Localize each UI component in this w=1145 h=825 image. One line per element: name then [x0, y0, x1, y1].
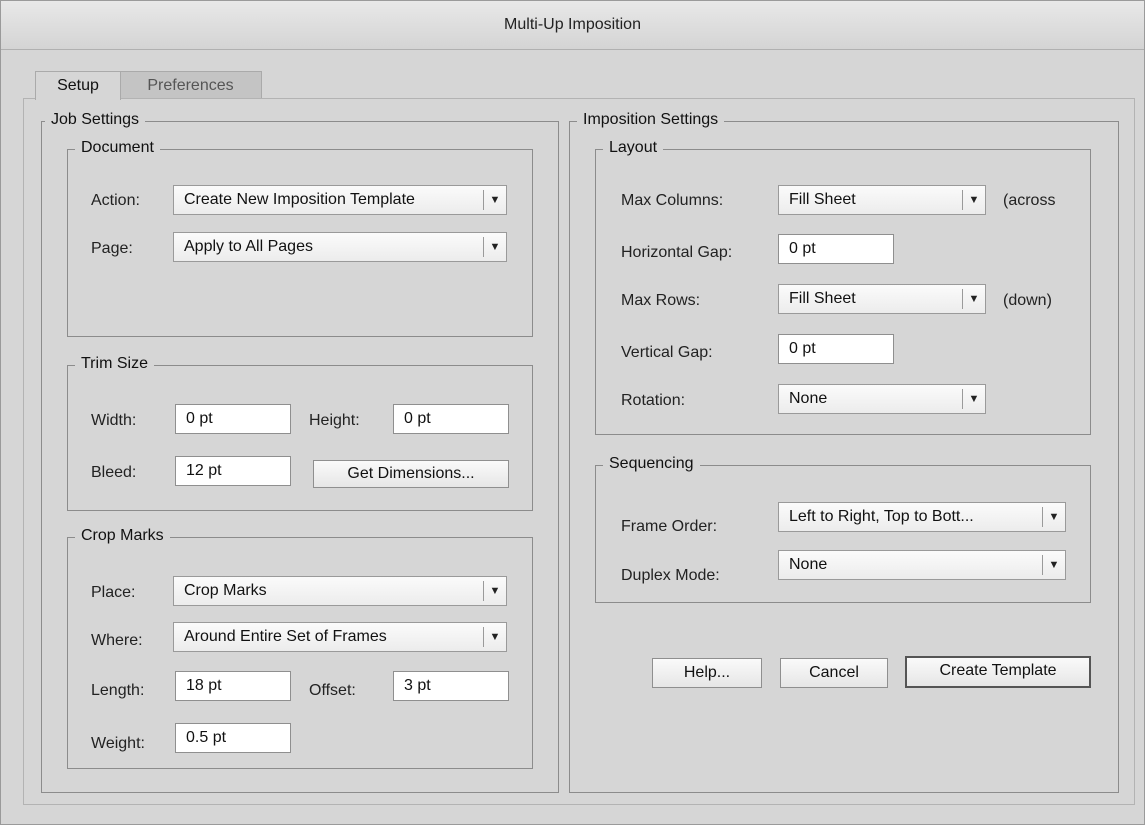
chevron-down-icon: ▼ [1042, 555, 1065, 575]
where-dropdown[interactable]: Around Entire Set of Frames ▼ [173, 622, 507, 652]
duplex-mode-label: Duplex Mode: [621, 567, 720, 584]
window-title: Multi-Up Imposition [1, 1, 1144, 50]
max-rows-label: Max Rows: [621, 292, 701, 309]
bleed-field[interactable]: 12 pt [175, 456, 291, 486]
horizontal-gap-label: Horizontal Gap: [621, 244, 733, 261]
sequencing-title: Sequencing [603, 455, 700, 473]
tab-preferences[interactable]: Preferences [119, 71, 262, 100]
place-label: Place: [91, 584, 136, 601]
chevron-down-icon: ▼ [962, 389, 985, 409]
chevron-down-icon: ▼ [962, 190, 985, 210]
horizontal-gap-field[interactable]: 0 pt [778, 234, 894, 264]
vertical-gap-field[interactable]: 0 pt [778, 334, 894, 364]
page-label: Page: [91, 240, 133, 257]
create-template-button[interactable]: Create Template [905, 656, 1091, 688]
place-value: Crop Marks [184, 582, 267, 599]
trim-size-group [67, 365, 533, 511]
max-columns-hint: (across [1003, 192, 1056, 209]
rotation-label: Rotation: [621, 392, 686, 409]
page-value: Apply to All Pages [184, 238, 313, 255]
chevron-down-icon: ▼ [483, 190, 506, 210]
max-rows-hint: (down) [1003, 292, 1052, 309]
offset-label: Offset: [309, 682, 356, 699]
layout-title: Layout [603, 139, 664, 157]
max-columns-dropdown[interactable]: Fill Sheet ▼ [778, 185, 986, 215]
trim-size-title: Trim Size [75, 355, 154, 373]
frame-order-value: Left to Right, Top to Bott... [789, 508, 974, 525]
rotation-value: None [789, 390, 828, 407]
width-field[interactable]: 0 pt [175, 404, 291, 434]
length-field[interactable]: 18 pt [175, 671, 291, 701]
max-columns-value: Fill Sheet [789, 191, 856, 208]
chevron-down-icon: ▼ [1042, 507, 1065, 527]
duplex-mode-dropdown[interactable]: None ▼ [778, 550, 1066, 580]
frame-order-label: Frame Order: [621, 518, 718, 535]
action-dropdown[interactable]: Create New Imposition Template ▼ [173, 185, 507, 215]
action-label: Action: [91, 192, 140, 209]
action-value: Create New Imposition Template [184, 191, 415, 208]
chevron-down-icon: ▼ [962, 289, 985, 309]
cancel-button[interactable]: Cancel [780, 658, 888, 688]
page-dropdown[interactable]: Apply to All Pages ▼ [173, 232, 507, 262]
job-settings-title: Job Settings [45, 111, 146, 129]
offset-field[interactable]: 3 pt [393, 671, 509, 701]
where-label: Where: [91, 632, 143, 649]
height-field[interactable]: 0 pt [393, 404, 509, 434]
tab-setup[interactable]: Setup [35, 71, 121, 100]
imposition-settings-title: Imposition Settings [577, 111, 725, 129]
max-columns-label: Max Columns: [621, 192, 724, 209]
chevron-down-icon: ▼ [483, 237, 506, 257]
bleed-label: Bleed: [91, 464, 137, 481]
weight-field[interactable]: 0.5 pt [175, 723, 291, 753]
crop-marks-title: Crop Marks [75, 527, 170, 545]
width-label: Width: [91, 412, 137, 429]
weight-label: Weight: [91, 735, 145, 752]
dialog-window: Multi-Up Imposition Setup Preferences Jo… [0, 0, 1145, 825]
max-rows-value: Fill Sheet [789, 290, 856, 307]
where-value: Around Entire Set of Frames [184, 628, 387, 645]
help-button[interactable]: Help... [652, 658, 762, 688]
get-dimensions-button[interactable]: Get Dimensions... [313, 460, 509, 488]
place-dropdown[interactable]: Crop Marks ▼ [173, 576, 507, 606]
length-label: Length: [91, 682, 145, 699]
height-label: Height: [309, 412, 360, 429]
duplex-mode-value: None [789, 556, 828, 573]
vertical-gap-label: Vertical Gap: [621, 344, 713, 361]
rotation-dropdown[interactable]: None ▼ [778, 384, 986, 414]
max-rows-dropdown[interactable]: Fill Sheet ▼ [778, 284, 986, 314]
chevron-down-icon: ▼ [483, 627, 506, 647]
frame-order-dropdown[interactable]: Left to Right, Top to Bott... ▼ [778, 502, 1066, 532]
chevron-down-icon: ▼ [483, 581, 506, 601]
document-title: Document [75, 139, 160, 157]
